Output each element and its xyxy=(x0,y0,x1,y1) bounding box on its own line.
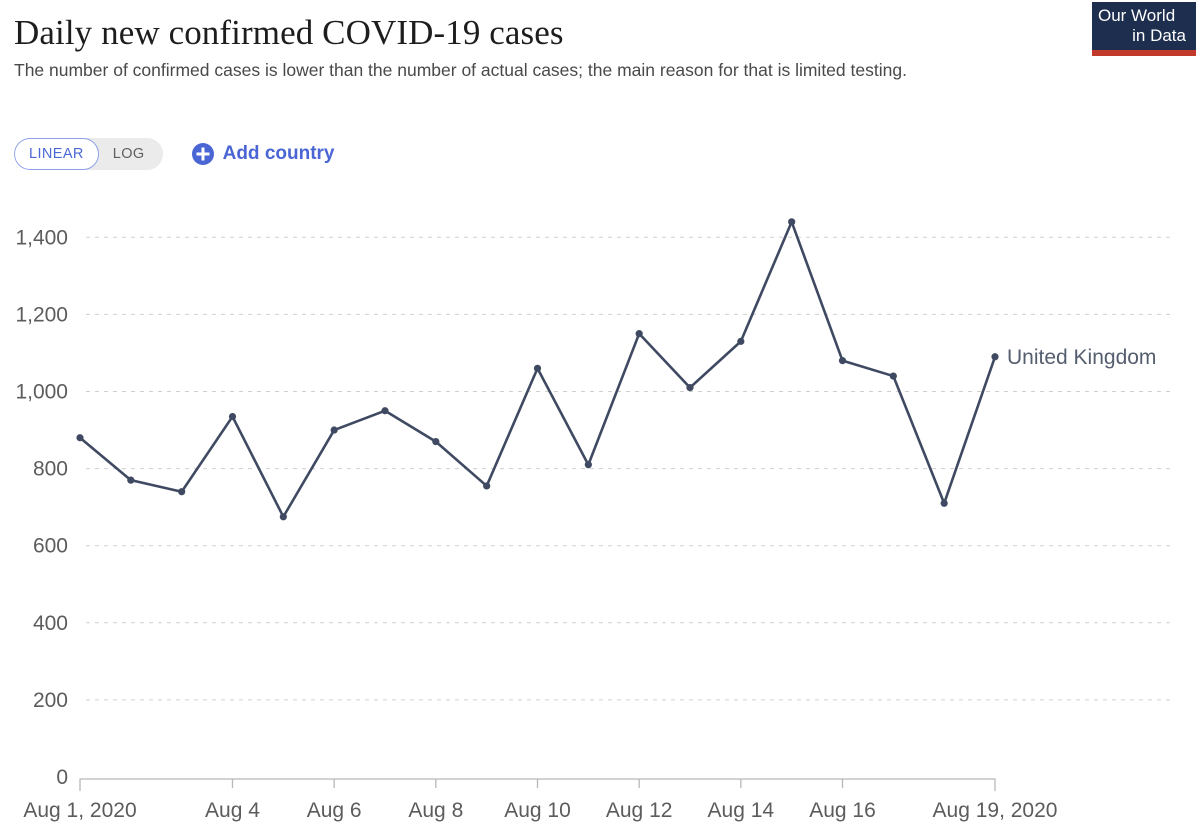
y-axis-tick-label: 400 xyxy=(33,612,68,635)
data-point[interactable] xyxy=(838,357,847,365)
x-axis-tick-label: Aug 6 xyxy=(307,799,362,822)
y-axis-tick-label: 200 xyxy=(33,689,68,712)
data-point[interactable] xyxy=(533,364,542,372)
our-world-in-data-logo[interactable]: Our World in Data xyxy=(1092,2,1196,56)
data-point[interactable] xyxy=(127,476,135,484)
x-axis-tick-label: Aug 1, 2020 xyxy=(23,799,136,822)
series-end-label: United Kingdom xyxy=(1007,346,1156,369)
data-point[interactable] xyxy=(788,218,796,226)
data-point[interactable] xyxy=(330,426,338,434)
logo-line-2: in Data xyxy=(1132,26,1186,45)
line-chart: 0 200 400 600 800 1,000 1,200 1,400 Aug 1, 2020 A… xyxy=(15,218,1175,822)
data-point[interactable] xyxy=(635,330,643,338)
y-axis-tick-label: 0 xyxy=(56,766,68,789)
x-axis-tick-label: Aug 4 xyxy=(205,799,260,822)
data-point[interactable] xyxy=(279,513,287,521)
y-axis-tick-label: 600 xyxy=(33,535,68,558)
logo-line-1: Our World xyxy=(1098,6,1176,25)
data-point[interactable] xyxy=(381,407,389,415)
chart-header: Daily new confirmed COVID-19 cases The n… xyxy=(14,12,1014,82)
data-point[interactable] xyxy=(991,353,999,361)
add-country-button[interactable]: Add country xyxy=(191,142,335,166)
add-country-label: Add country xyxy=(222,143,335,164)
data-point[interactable] xyxy=(737,337,745,345)
data-point[interactable] xyxy=(686,384,694,392)
data-point[interactable] xyxy=(432,438,440,446)
x-axis-tick-label: Aug 12 xyxy=(606,799,673,822)
x-axis-tick-label: Aug 14 xyxy=(708,799,775,822)
plus-circle-icon xyxy=(191,143,214,165)
y-axis-tick-label: 1,400 xyxy=(15,226,68,249)
chart-controls: LINEAR LOG Add country xyxy=(14,138,335,170)
page-title: Daily new confirmed COVID-19 cases xyxy=(14,13,564,52)
y-axis-tick-label: 1,200 xyxy=(15,303,68,326)
data-point[interactable] xyxy=(584,461,592,469)
data-point[interactable] xyxy=(76,434,84,442)
data-point[interactable] xyxy=(483,482,491,490)
data-point[interactable] xyxy=(940,499,948,507)
x-axis-tick-label: Aug 19, 2020 xyxy=(933,799,1058,822)
data-point[interactable] xyxy=(228,412,237,421)
chart-canvas: 0 200 400 600 800 1,000 1,200 1,400 Aug 1, 2020 A… xyxy=(0,180,1200,826)
scale-toggle[interactable]: LINEAR LOG xyxy=(14,138,163,170)
toggle-option-log[interactable]: LOG xyxy=(98,138,163,170)
data-point[interactable] xyxy=(889,372,897,380)
chart-subtitle: The number of confirmed cases is lower t… xyxy=(14,60,907,80)
x-axis-tick-label: Aug 16 xyxy=(809,799,876,822)
toggle-option-linear[interactable]: LINEAR xyxy=(14,138,99,170)
y-axis-tick-label: 1,000 xyxy=(15,380,68,403)
data-point[interactable] xyxy=(178,488,186,496)
x-axis-tick-label: Aug 8 xyxy=(408,799,463,822)
x-axis-tick-label: Aug 10 xyxy=(504,799,571,822)
y-axis-tick-label: 800 xyxy=(33,458,68,481)
chart-page: Daily new confirmed COVID-19 cases The n… xyxy=(0,0,1200,826)
